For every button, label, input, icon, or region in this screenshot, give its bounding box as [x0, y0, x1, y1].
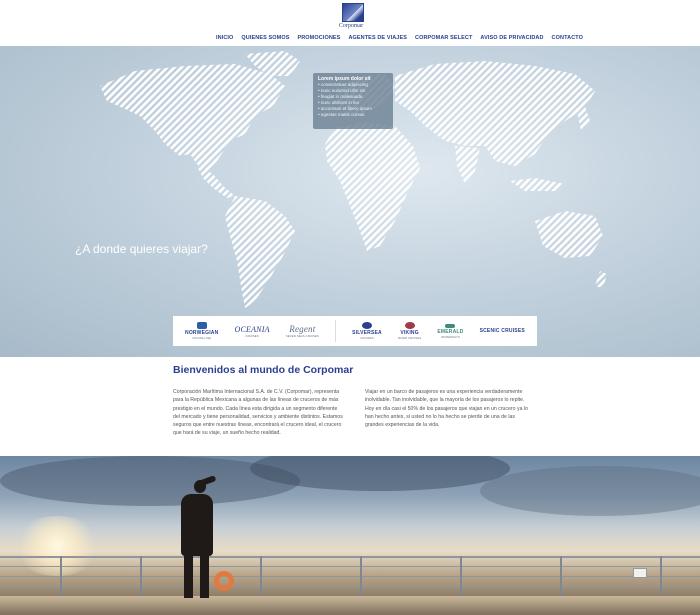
brand-scenic[interactable]: SCENIC CRUISES: [480, 328, 525, 334]
deck-rail: [0, 556, 700, 558]
person-silhouette: [194, 480, 206, 493]
cruise-deck-photo: [0, 456, 700, 615]
brand-norwegian[interactable]: NORWEGIAN CRUISE LINE: [185, 322, 218, 340]
map-indonesia: [510, 178, 565, 191]
emerald-icon: [445, 323, 456, 328]
map-india: [455, 146, 480, 184]
map-asia: [395, 61, 595, 166]
nav-inicio[interactable]: INICIO: [212, 35, 237, 41]
nav-corpomar-select[interactable]: CORPOMAR SELECT: [411, 35, 476, 41]
welcome-paragraph-left: Corporación Marítima Internacional S.A. …: [173, 389, 343, 437]
corpomar-logo[interactable]: Corpomar: [339, 3, 367, 33]
deck-rail: [0, 586, 700, 587]
rail-post: [360, 556, 362, 596]
site-header: Corpomar INICIO QUIENES SOMOS PROMOCIONE…: [0, 0, 700, 46]
cloud-shape: [480, 466, 700, 516]
welcome-title: Bienvenidos al mundo de Corpomar: [173, 364, 354, 376]
map-africa: [325, 122, 420, 251]
viking-icon: [404, 322, 415, 329]
rail-post: [460, 556, 462, 596]
map-central-america: [197, 166, 235, 198]
sun-glow: [12, 516, 102, 576]
rail-post: [560, 556, 562, 596]
brand-viking[interactable]: VIKING RIVER CRUISES: [398, 322, 421, 340]
map-australia: [535, 211, 603, 258]
deck-box: [633, 568, 647, 578]
deck-rail: [0, 576, 700, 577]
deck-floor: [0, 596, 700, 615]
life-buoy-icon: [214, 571, 234, 591]
welcome-paragraph-right: Viajar en un barco de pasajeros es una e…: [365, 389, 528, 429]
brand-regent[interactable]: Regent SEVEN SEAS CRUISES: [286, 324, 319, 338]
rail-post: [660, 556, 662, 596]
person-silhouette: [200, 552, 209, 598]
nav-agentes-de-viajes[interactable]: AGENTES DE VIAJES: [344, 35, 411, 41]
brand-oceania[interactable]: OCEANIA CRUISES: [234, 325, 269, 338]
person-silhouette: [181, 494, 213, 556]
rail-post: [260, 556, 262, 596]
person-silhouette: [184, 552, 193, 598]
brand-divider: [335, 320, 337, 342]
nav-promociones[interactable]: PROMOCIONES: [293, 35, 344, 41]
tooltip-item: • egestas mattis cursus: [318, 112, 365, 117]
hero-banner: Lorem ipsum dolor sit • consectetuer adi…: [0, 46, 700, 357]
map-north-america: [100, 64, 285, 174]
brand-emerald[interactable]: EMERALD WATERWAYS: [437, 323, 463, 339]
rail-post: [140, 556, 142, 596]
nav-quienes-somos[interactable]: QUIENES SOMOS: [237, 35, 293, 41]
logo-mark-icon: [342, 3, 364, 22]
hero-question: ¿A donde quieres viajar?: [75, 242, 208, 256]
silversea-icon: [361, 322, 372, 329]
main-nav: INICIO QUIENES SOMOS PROMOCIONES AGENTES…: [212, 35, 587, 41]
logo-text: Corpomar: [338, 23, 364, 29]
map-new-zealand: [595, 271, 607, 288]
deck-rail: [0, 566, 700, 567]
nav-aviso-de-privacidad[interactable]: AVISO DE PRIVACIDAD: [476, 35, 547, 41]
map-south-america: [225, 196, 295, 308]
map-tooltip: Lorem ipsum dolor sit • consectetuer adi…: [313, 73, 393, 129]
brand-silversea[interactable]: SILVERSEA CRUISES: [352, 322, 382, 340]
cruise-brands-strip: NORWEGIAN CRUISE LINE OCEANIA CRUISES Re…: [173, 316, 537, 346]
norwegian-icon: [196, 322, 207, 329]
nav-contacto[interactable]: CONTACTO: [548, 35, 587, 41]
rail-post: [60, 556, 62, 596]
